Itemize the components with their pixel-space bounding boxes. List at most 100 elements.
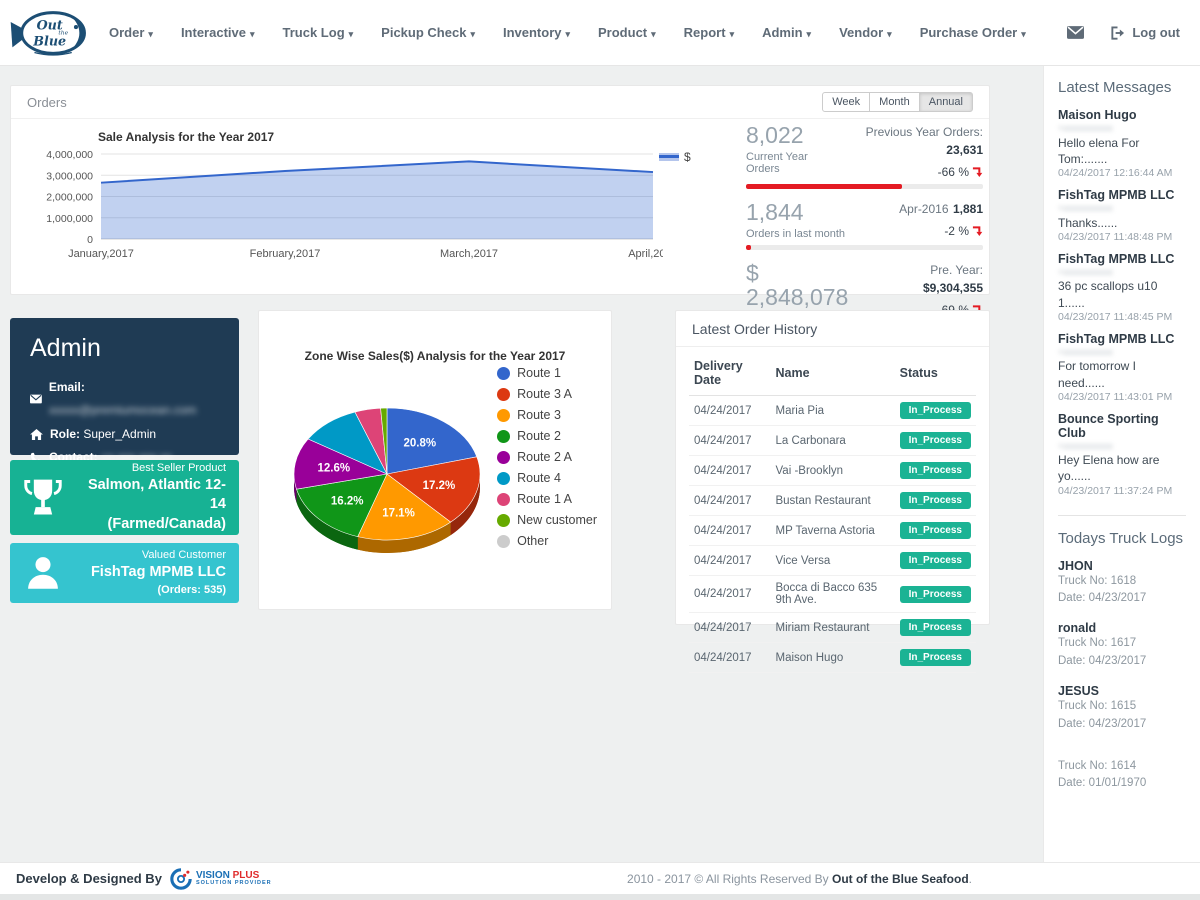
chevron-down-icon: ▾ [730,29,735,39]
top-navbar: Out the Blue Order▾ Interactive▾ Truck L… [0,0,1200,66]
truck-log-item: JESUS Truck No: 1615 Date: 04/23/2017 [1058,684,1186,734]
right-sidebar: Latest Messages Maison Hugo +xxxxxxxxxxx… [1043,66,1200,862]
truck-log-item: Truck No: 1614 Date: 01/01/1970 [1058,758,1186,794]
valued-customer-name: FishTag MPMB LLC [76,563,226,583]
chevron-down-icon: ▾ [887,29,892,39]
level-down-icon [972,225,983,237]
range-annual-button[interactable]: Annual [919,92,973,112]
message-item[interactable]: Bounce Sporting Club +xxxxxxxxxxx Hey El… [1058,412,1186,497]
zone-sales-pie-panel: Zone Wise Sales($) Analysis for the Year… [258,310,612,610]
chevron-down-icon: ▾ [807,29,812,39]
chevron-down-icon: ▾ [349,29,354,39]
message-phone-redacted: +xxxxxxxxxxx [1058,440,1186,453]
svg-text:January,2017: January,2017 [68,248,134,260]
admin-role-value: Super_Admin [83,427,156,441]
svg-text:April,2017: April,2017 [628,248,663,260]
pie-legend-item: Route 2 A [497,450,597,464]
stat-orders-last-month: 1,844 Orders in last month Apr-2016 1,88… [746,200,983,250]
message-phone-redacted: +xxxxxxxxxxx [1058,122,1186,135]
stat-label: Orders in last month [746,228,845,240]
admin-card-title: Admin [30,334,219,363]
nav-item-order[interactable]: Order▾ [95,15,167,50]
message-phone-redacted: +xxxxxxxxxxx [1058,266,1186,279]
status-badge: In_Process [900,522,971,539]
nav-item-pickup-check[interactable]: Pickup Check▾ [367,15,489,50]
nav-item-vendor[interactable]: Vendor▾ [825,15,906,50]
status-badge: In_Process [900,619,971,636]
legend-dot [497,367,510,380]
message-item[interactable]: FishTag MPMB LLC +xxxxxxxxxxx For tomorr… [1058,332,1186,403]
table-row: 04/24/2017La CarbonaraIn_Process [689,426,976,456]
svg-text:3,000,000: 3,000,000 [46,170,93,182]
svg-text:February,2017: February,2017 [250,248,321,260]
admin-info-card: Admin Email: xxxxx@premiumocean.com Role… [10,318,239,455]
status-badge: In_Process [900,552,971,569]
company-logo[interactable]: Out the Blue [0,6,95,60]
message-item[interactable]: FishTag MPMB LLC +xxxxxxxxxxx Thanks....… [1058,188,1186,243]
col-delivery-date: Delivery Date [689,351,770,396]
table-row: 04/24/2017Bocca di Bacco 635 9th Ave.In_… [689,576,976,613]
nav-item-report[interactable]: Report▾ [670,15,748,50]
legend-dot [497,472,510,485]
chevron-down-icon: ▾ [1021,29,1026,39]
sales-area-chart: Sale Analysis for the Year 2017 01,000,0… [23,130,683,290]
person-icon [22,552,64,594]
svg-text:2,000,000: 2,000,000 [46,192,93,204]
svg-text:Blue: Blue [32,33,66,48]
chevron-down-icon: ▾ [565,29,570,39]
legend-line-swatch [659,153,679,161]
footer: Develop & Designed By VISION PLUS SOLUTI… [0,862,1200,894]
stat-value: 1,844 [746,200,845,224]
bottom-strip [0,894,1200,900]
status-badge: In_Process [900,492,971,509]
valued-customer-card: Valued Customer FishTag MPMB LLC (Orders… [10,543,239,603]
footer-copyright: 2010 - 2017 © All Rights Reserved By Out… [627,872,972,886]
svg-text:17.2%: 17.2% [423,480,456,492]
legend-dot [497,535,510,548]
legend-dot [497,430,510,443]
legend-dot [497,409,510,422]
col-status: Status [895,351,976,396]
stat-progress-fill [746,184,902,189]
nav-item-product[interactable]: Product▾ [584,15,670,50]
pie-legend-item: Other [497,534,597,548]
nav-item-admin[interactable]: Admin▾ [748,15,825,50]
pie-legend: Route 1 Route 3 A Route 3 Route 2 Route … [497,366,597,555]
stat-value: $ 2,848,078 [746,261,867,309]
best-seller-tagline: Best Seller Product [76,461,226,476]
range-month-button[interactable]: Month [869,92,920,112]
nav-item-purchase-order[interactable]: Purchase Order▾ [906,15,1040,50]
footer-credit-text: Develop & Designed By [16,871,162,886]
table-row: 04/24/2017Vai -BrooklynIn_Process [689,456,976,486]
table-row: 04/24/2017Maison HugoIn_Process [689,643,976,673]
stat-progress-fill [746,245,751,250]
vision-plus-logo[interactable]: VISION PLUS SOLUTION PROVIDER [170,868,272,890]
stat-progress-track [746,184,983,189]
pie-legend-item: Route 1 A [497,492,597,506]
best-seller-origin: (Farmed/Canada) [76,515,226,535]
message-phone-redacted: +xxxxxxxxxxx [1058,202,1186,215]
range-week-button[interactable]: Week [822,92,870,112]
svg-text:March,2017: March,2017 [440,248,498,260]
truck-log-item: JHON Truck No: 1618 Date: 04/23/2017 [1058,559,1186,609]
valued-customer-orders: (Orders: 535) [76,583,226,598]
logout-button[interactable]: Log out [1110,25,1180,40]
status-badge: In_Process [900,586,971,603]
svg-text:17.1%: 17.1% [382,508,415,520]
status-badge: In_Process [900,462,971,479]
messages-envelope-icon[interactable] [1067,26,1084,39]
nav-item-inventory[interactable]: Inventory▾ [489,15,584,50]
area-chart-legend: $ [659,150,691,164]
stat-progress-track [746,245,983,250]
nav-item-interactive[interactable]: Interactive▾ [167,15,269,50]
nav-item-truck-log[interactable]: Truck Log▾ [269,15,368,50]
message-item[interactable]: Maison Hugo +xxxxxxxxxxx Hello elena For… [1058,108,1186,179]
latest-order-history-panel: Latest Order History Delivery Date Name … [675,310,990,625]
pie-legend-item: Route 3 A [497,387,597,401]
order-history-title: Latest Order History [676,311,989,347]
pie-chart-canvas: 20.8%17.2%17.1%16.2%12.6% [269,386,504,586]
latest-messages-title: Latest Messages [1058,79,1186,96]
message-item[interactable]: FishTag MPMB LLC +xxxxxxxxxxx 36 pc scal… [1058,252,1186,323]
status-badge: In_Process [900,402,971,419]
table-row: 04/24/2017Maria PiaIn_Process [689,396,976,426]
